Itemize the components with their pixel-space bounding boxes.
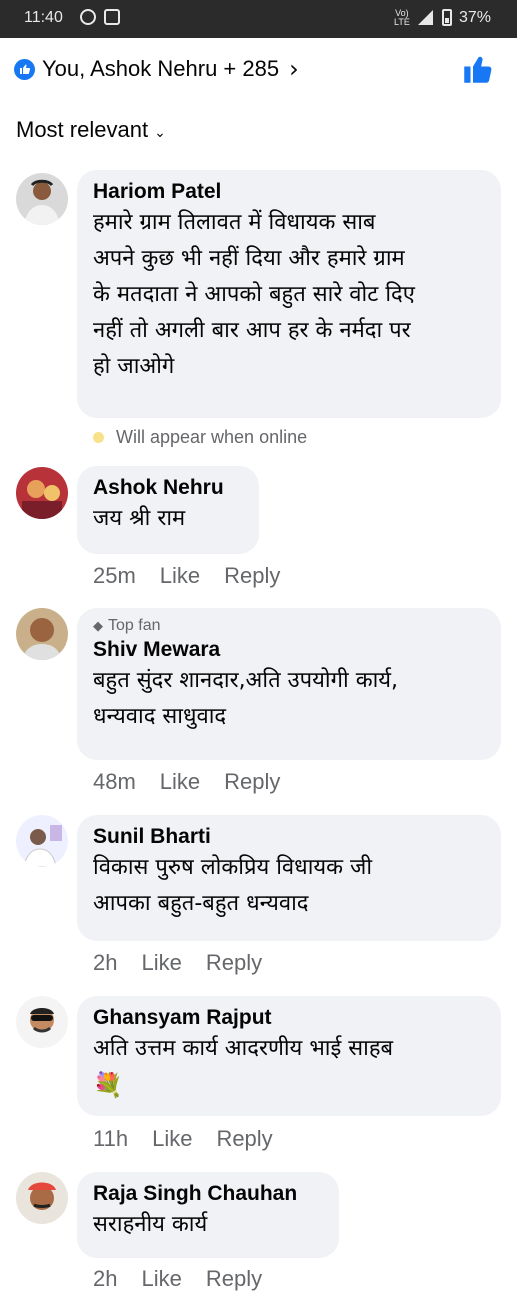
comment-author[interactable]: Raja Singh Chauhan (93, 1181, 323, 1207)
comment-bubble[interactable]: Hariom Patel हमारे ग्राम तिलावत में विधा… (77, 170, 501, 418)
like-link[interactable]: Like (141, 1266, 181, 1292)
status-bar: 11:40 Vo) LTE 37% (0, 0, 517, 38)
comment-actions: 25m Like Reply (93, 563, 280, 589)
comment-actions: 2h Like Reply (93, 950, 262, 976)
comment-text: अति उत्तम कार्य आदरणीय भाई साहब (93, 1036, 394, 1061)
reactions-text: You, Ashok Nehru + 285 (42, 56, 280, 81)
comment-text: बहुत सुंदर शानदार,अति उपयोगी कार्य, धन्य… (93, 668, 399, 729)
top-fan-label: Top fan (108, 617, 161, 634)
comment-time: 11h (93, 1126, 129, 1151)
gallery-icon (104, 9, 120, 25)
comment-bubble[interactable]: Raja Singh Chauhan सराहनीय कार्य (77, 1172, 339, 1258)
like-link[interactable]: Like (160, 769, 200, 795)
chevron-right-icon: › (289, 55, 299, 83)
sort-label: Most relevant (16, 117, 149, 142)
like-button-icon[interactable] (462, 54, 494, 84)
comment-author[interactable]: Sunil Bharti (93, 824, 485, 850)
chevron-down-icon: ⌄ (154, 123, 166, 140)
like-reaction-icon (14, 58, 35, 80)
like-link[interactable]: Like (160, 563, 200, 589)
comment-actions: 2h Like Reply (93, 1266, 262, 1292)
avatar[interactable] (16, 173, 68, 225)
diamond-icon: ◆ (93, 618, 103, 633)
reply-link[interactable]: Reply (224, 563, 280, 589)
comment-bubble[interactable]: ◆ Top fan Shiv Mewara बहुत सुंदर शानदार,… (77, 608, 501, 760)
avatar[interactable] (16, 815, 68, 867)
avatar[interactable] (16, 996, 68, 1048)
reply-link[interactable]: Reply (216, 1126, 272, 1152)
battery-percent: 37% (459, 9, 492, 26)
reply-link[interactable]: Reply (206, 950, 262, 976)
whatsapp-icon (80, 9, 96, 25)
comment-text: विकास पुरुष लोकप्रिय विधायक जी आपका बहुत… (93, 855, 373, 916)
reply-link[interactable]: Reply (224, 769, 280, 795)
reactions-summary[interactable]: You, Ashok Nehru + 285 › (14, 54, 299, 84)
comment-text: जय श्री राम (93, 506, 186, 531)
comment-bubble[interactable]: Sunil Bharti विकास पुरुष लोकप्रिय विधायक… (77, 815, 501, 941)
bouquet-emoji: 💐 (93, 1071, 123, 1099)
status-time: 11:40 (24, 9, 63, 26)
comment-text: सराहनीय कार्य (93, 1212, 208, 1237)
comment-bubble[interactable]: Ashok Nehru जय श्री राम (77, 466, 259, 554)
comment-time: 48m (93, 769, 136, 794)
reply-link[interactable]: Reply (206, 1266, 262, 1292)
like-link[interactable]: Like (152, 1126, 192, 1152)
signal-icon (418, 10, 433, 25)
comment-author[interactable]: Hariom Patel (93, 179, 485, 205)
comment-author[interactable]: Shiv Mewara (93, 637, 485, 663)
avatar[interactable] (16, 1172, 68, 1224)
pending-status-text: Will appear when online (116, 427, 308, 447)
comment-actions: 48m Like Reply (93, 769, 280, 795)
comment-author[interactable]: Ashok Nehru (93, 475, 243, 501)
pending-status: Will appear when online (93, 427, 307, 448)
top-fan-badge: ◆ Top fan (93, 617, 485, 635)
avatar[interactable] (16, 608, 68, 660)
like-link[interactable]: Like (141, 950, 181, 976)
comment-time: 25m (93, 563, 136, 588)
sort-dropdown[interactable]: Most relevant ⌄ (16, 117, 166, 143)
comment-author[interactable]: Ghansyam Rajput (93, 1005, 485, 1031)
comment-text: हमारे ग्राम तिलावत में विधायक साब अपने क… (93, 210, 415, 379)
comment-time: 2h (93, 950, 118, 975)
pending-dot-icon (93, 432, 104, 443)
comment-bubble[interactable]: Ghansyam Rajput अति उत्तम कार्य आदरणीय भ… (77, 996, 501, 1116)
avatar[interactable] (16, 467, 68, 519)
volte-icon: Vo) LTE (394, 8, 410, 27)
battery-icon (442, 9, 452, 26)
comment-time: 2h (93, 1266, 118, 1291)
comment-actions: 11h Like Reply (93, 1126, 273, 1152)
